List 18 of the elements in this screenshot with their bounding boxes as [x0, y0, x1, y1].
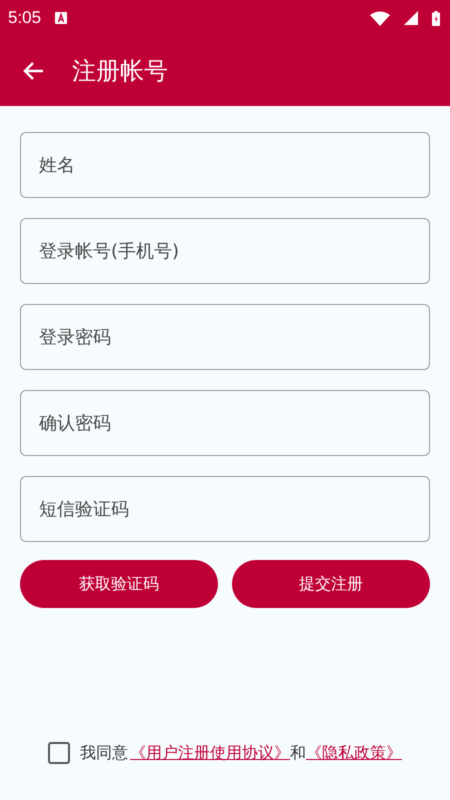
battery-icon	[432, 10, 440, 26]
keyboard-icon	[55, 12, 68, 24]
privacy-policy-link[interactable]: 《隐私政策》	[306, 742, 402, 764]
agree-label: 和	[290, 742, 306, 764]
agree-label: 我同意	[80, 742, 128, 764]
get-code-button[interactable]: 获取验证码	[20, 560, 218, 608]
input-field[interactable]: 姓名	[20, 132, 430, 198]
page-title: 注册帐号	[72, 56, 168, 87]
input-field[interactable]: 确认密码	[20, 390, 430, 456]
input-field[interactable]: 登录帐号(手机号)	[20, 218, 430, 284]
input-field[interactable]: 短信验证码	[20, 476, 430, 542]
status-time: 5:05	[8, 8, 42, 28]
input-field[interactable]: 登录密码	[20, 304, 430, 370]
wifi-icon	[370, 10, 390, 26]
agree-checkbox[interactable]	[48, 742, 70, 764]
submit-button[interactable]: 提交注册	[232, 560, 430, 608]
user-agreement-link[interactable]: 《用户注册使用协议》	[130, 742, 290, 764]
signal-icon	[404, 11, 418, 25]
